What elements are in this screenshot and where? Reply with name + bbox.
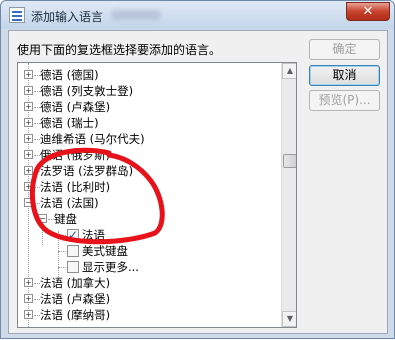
tree-item-label: 俄语 (俄罗斯) <box>40 148 111 162</box>
add-input-language-dialog: 添加输入语言 ✕ 使用下面的复选框选择要添加的语言。 + 德语 (德国) + 德… <box>0 0 395 339</box>
tree-item-label: 键盘 <box>54 212 77 226</box>
tree-item-language[interactable]: + 俄语 (俄罗斯) <box>18 147 278 163</box>
blurred-title-region <box>111 10 161 20</box>
instruction-text: 使用下面的复选框选择要添加的语言。 <box>17 43 222 57</box>
tree-item-label: 法语 (比利时) <box>40 180 111 194</box>
tree-item-language[interactable]: + 法罗语 (法罗群岛) <box>18 163 278 179</box>
keyboard-checkbox[interactable] <box>67 245 79 257</box>
plus-box-icon[interactable]: + <box>24 294 33 303</box>
tree-item-label: 法语 <box>82 228 105 242</box>
chevron-up-icon[interactable]: ▲ <box>282 63 296 79</box>
preview-button[interactable]: 预览(P)... <box>309 90 380 111</box>
tree-connector <box>58 267 66 268</box>
plus-box-icon[interactable]: + <box>24 134 33 143</box>
tree-item-label: 德语 (德国) <box>40 68 99 82</box>
plus-box-icon[interactable]: + <box>24 182 33 191</box>
tree-item-keyboard-category[interactable]: − 键盘 <box>18 211 278 227</box>
tree-item-language[interactable]: + 德语 (德国) <box>18 67 278 83</box>
title-bar[interactable]: 添加输入语言 ✕ <box>1 1 394 29</box>
window-title: 添加输入语言 <box>31 10 104 24</box>
tree-item-language[interactable]: + 法语 (加拿大) <box>18 275 278 291</box>
tree-item-label: 法语 (加拿大) <box>40 276 111 290</box>
language-tree[interactable]: + 德语 (德国) + 德语 (列支敦士登) + 德语 (卢森堡) + 德语 (… <box>17 62 297 328</box>
tree-item-language[interactable]: + 法语 (摩纳哥) <box>18 307 278 323</box>
minus-box-icon[interactable]: − <box>38 214 47 223</box>
vertical-scrollbar[interactable]: ▲ ▼ <box>281 63 296 327</box>
tree-item-label: 美式键盘 <box>82 244 128 258</box>
plus-box-icon[interactable]: + <box>24 118 33 127</box>
plus-box-icon[interactable]: + <box>24 166 33 175</box>
tree-item-language[interactable]: + 德语 (卢森堡) <box>18 99 278 115</box>
tree-item-language[interactable]: + 迪维希语 (马尔代夫) <box>18 131 278 147</box>
keyboard-checkbox[interactable] <box>67 261 79 273</box>
app-icon <box>9 7 25 23</box>
tree-item-language[interactable]: + 德语 (瑞士) <box>18 115 278 131</box>
chevron-down-icon[interactable]: ▼ <box>282 311 296 327</box>
ok-button[interactable]: 确定 <box>309 39 380 60</box>
tree-item-label: 迪维希语 (马尔代夫) <box>40 132 145 146</box>
tree-connector <box>58 251 66 252</box>
keyboard-checkbox[interactable] <box>67 227 79 243</box>
tree-item-label: 德语 (瑞士) <box>40 116 99 130</box>
plus-box-icon[interactable]: + <box>24 310 33 319</box>
tree-item-label: 德语 (列支敦士登) <box>40 84 134 98</box>
plus-box-icon[interactable]: + <box>24 278 33 287</box>
plus-box-icon[interactable]: + <box>24 102 33 111</box>
scroll-thumb[interactable] <box>283 154 296 168</box>
tree-item-language-expanded[interactable]: − 法语 (法国) <box>18 195 278 211</box>
plus-box-icon[interactable]: + <box>24 70 33 79</box>
tree-item-label: 法语 (法国) <box>40 196 99 210</box>
tree-item-keyboard[interactable]: 美式键盘 <box>18 243 278 259</box>
tree-item-label: 德语 (卢森堡) <box>40 100 111 114</box>
tree-item-label: 法语 (摩纳哥) <box>40 308 111 322</box>
minus-box-icon[interactable]: − <box>24 198 33 207</box>
close-button[interactable]: ✕ <box>346 2 390 21</box>
tree-item-label: 显示更多... <box>82 260 139 274</box>
tree-item-show-more[interactable]: 显示更多... <box>18 259 278 275</box>
cancel-button[interactable]: 取消 <box>309 65 380 86</box>
tree-item-language[interactable]: + 法语 (卢森堡) <box>18 291 278 307</box>
tree-item-label: 法罗语 (法罗群岛) <box>40 164 134 178</box>
tree-connector <box>58 235 66 236</box>
plus-box-icon[interactable]: + <box>24 150 33 159</box>
dialog-body: 使用下面的复选框选择要添加的语言。 + 德语 (德国) + 德语 (列支敦士登)… <box>8 30 388 334</box>
tree-item-language[interactable]: + 德语 (列支敦士登) <box>18 83 278 99</box>
tree-item-label: 法语 (卢森堡) <box>40 292 111 306</box>
close-icon: ✕ <box>362 4 374 19</box>
tree-item-keyboard[interactable]: 法语 <box>18 227 278 243</box>
tree-item-language[interactable]: + 法语 (比利时) <box>18 179 278 195</box>
plus-box-icon[interactable]: + <box>24 86 33 95</box>
